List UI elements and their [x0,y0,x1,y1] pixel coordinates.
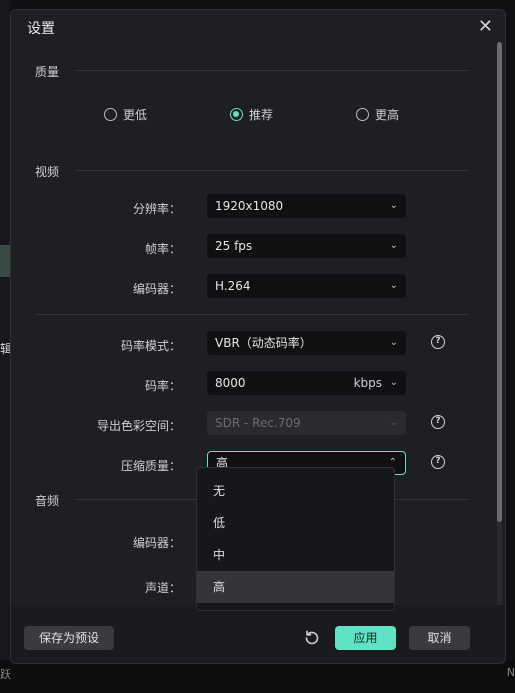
help-icon[interactable]: ? [431,335,445,349]
bitrate-unit: kbps [353,376,382,390]
compression-label: 压缩质量： [120,459,181,473]
encoder-label: 编码器： [132,282,181,296]
radio-lower-label: 更低 [123,108,148,122]
dialog-title: 设置 [27,21,55,37]
scrollbar-thumb[interactable] [497,42,502,522]
chevron-down-icon: ⌄ [389,240,398,251]
help-icon[interactable]: ? [431,455,445,469]
resolution-select[interactable]: 1920x1080 ⌄ [207,194,406,218]
chevron-down-icon: ⌄ [389,200,398,211]
framerate-value: 25 fps [215,239,253,253]
dropdown-option-low[interactable]: 低 [197,507,394,539]
radio-lower[interactable]: 更低 [104,106,147,123]
chevron-down-icon: ⌄ [389,417,398,428]
radio-higher-label: 更高 [375,108,400,122]
radio-recommended[interactable]: 推荐 [230,106,273,123]
resolution-value: 1920x1080 [215,199,284,213]
background-bottom-right-text: N [506,666,515,679]
audio-channels-label: 声道： [144,581,181,595]
compression-dropdown: 无 低 中 高 [196,467,395,611]
encoder-select[interactable]: H.264 ⌄ [207,274,406,298]
background-bottom-bar: 跃 N [0,660,515,693]
apply-button[interactable]: 应用 [335,626,396,650]
bitrate-mode-label: 码率模式： [120,339,181,353]
bitrate-value: 8000 [215,376,246,390]
color-space-select: SDR - Rec.709 ⌄ [207,411,406,435]
chevron-down-icon: ⌄ [389,280,398,291]
reset-icon[interactable] [302,628,322,648]
dropdown-option-medium[interactable]: 中 [197,539,394,571]
bitrate-input[interactable]: 8000 kbps ⌄ [207,371,406,395]
bitrate-mode-select[interactable]: VBR（动态码率） ⌄ [207,331,406,355]
radio-recommended-label: 推荐 [249,108,274,122]
section-divider [75,70,469,71]
framerate-select[interactable]: 25 fps ⌄ [207,234,406,258]
divider [35,314,469,315]
radio-circle-icon [356,108,369,121]
audio-encoder-label: 编码器： [132,536,181,550]
section-audio-label: 音频 [35,494,60,508]
dropdown-option-none[interactable]: 无 [197,475,394,507]
framerate-label: 帧率： [144,242,181,256]
chevron-down-icon: ⌄ [389,337,398,348]
bitrate-label: 码率： [144,379,181,393]
radio-circle-icon [104,108,117,121]
dropdown-option-high[interactable]: 高 [197,571,394,603]
background-edit-text: 辑 [0,342,13,356]
encoder-value: H.264 [215,279,251,293]
chevron-down-icon: ⌄ [389,377,398,388]
section-video-label: 视频 [35,165,60,179]
help-icon[interactable]: ? [431,415,445,429]
section-divider [75,170,469,171]
close-icon[interactable]: ✕ [478,16,493,37]
color-space-value: SDR - Rec.709 [215,416,301,430]
resolution-label: 分辨率： [132,202,181,216]
bitrate-mode-value: VBR（动态码率） [215,336,312,350]
cancel-button[interactable]: 取消 [409,626,470,650]
section-quality-label: 质量 [35,65,60,79]
color-space-label: 导出色彩空间： [96,419,181,433]
save-preset-button[interactable]: 保存为预设 [24,626,114,650]
radio-checked-icon [230,108,243,121]
background-bottom-left-text: 跃 [0,668,11,681]
scrollbar[interactable] [497,42,502,616]
background-clip-thumbnail [0,245,10,277]
radio-higher[interactable]: 更高 [356,106,399,123]
